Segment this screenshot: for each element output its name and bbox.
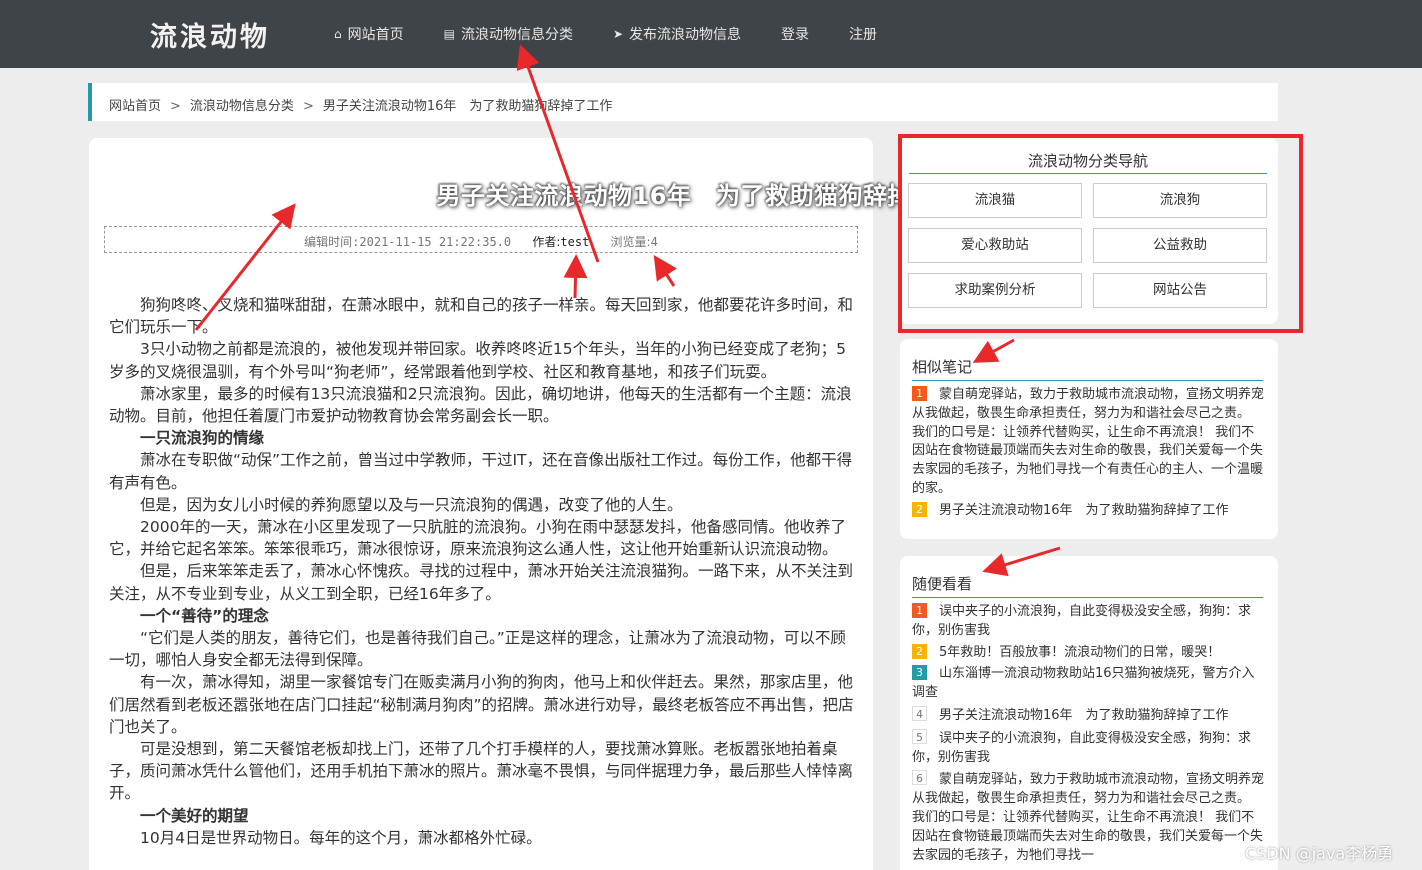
annotation-arrow <box>194 203 296 331</box>
annotation-arrow <box>563 254 588 299</box>
annotation-arrow <box>516 44 600 263</box>
annotation-arrow <box>982 546 1061 577</box>
annotation-arrow <box>972 338 1015 363</box>
annotation-arrow <box>653 254 677 287</box>
watermark: CSDN @java李杨勇 <box>1245 844 1394 863</box>
annotation-arrows <box>194 44 1061 577</box>
